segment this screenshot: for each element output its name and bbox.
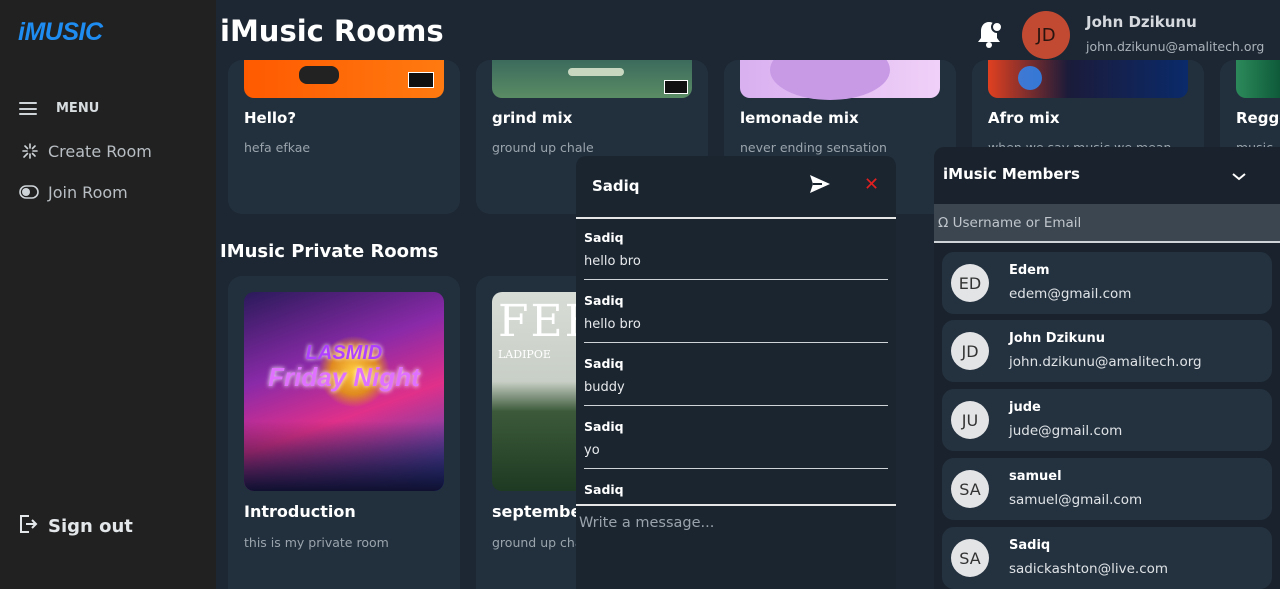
sign-out-button[interactable]: Sign out (18, 513, 133, 540)
cover-text: LADIPOE (498, 348, 551, 361)
chat-message: Sadiq yo (584, 419, 888, 469)
sidebar: iMUSIC MENU Create Room Join Room Sign o… (0, 0, 216, 589)
sign-out-icon (18, 513, 38, 540)
message-author: Sadiq (584, 482, 624, 497)
chat-message: Sadiq hello bro (584, 230, 888, 280)
member-item[interactable]: ED Edem edem@gmail.com (942, 252, 1272, 314)
room-card[interactable]: Hello? hefa efkae (228, 60, 460, 214)
member-search-input[interactable] (934, 204, 1280, 243)
member-item[interactable]: SA Sadiq sadickashton@live.com (942, 527, 1272, 589)
member-name: Edem (1009, 263, 1050, 278)
page-title: iMusic Rooms (220, 14, 444, 48)
message-text: hello bro (584, 254, 641, 269)
sidebar-item-create-room[interactable]: Create Room (19, 141, 152, 161)
member-email: john.dzikunu@amalitech.org (1009, 354, 1202, 370)
chat-message: Sadiq (584, 482, 888, 504)
private-rooms-title: IMusic Private Rooms (220, 241, 439, 262)
hamburger-icon (19, 102, 37, 115)
room-cover (1236, 60, 1280, 98)
room-name: Hello? (244, 109, 297, 127)
message-text: hello bro (584, 317, 641, 332)
member-name: jude (1009, 400, 1041, 415)
message-author: Sadiq (584, 293, 624, 308)
member-item[interactable]: SA samuel samuel@gmail.com (942, 458, 1272, 520)
toggle-icon (19, 182, 39, 202)
member-email: edem@gmail.com (1009, 286, 1132, 302)
chat-message: Sadiq buddy (584, 356, 888, 406)
sparkle-icon (19, 141, 39, 161)
member-email: sadickashton@live.com (1009, 561, 1169, 577)
user-name: John Dzikunu (1086, 13, 1197, 31)
room-name: Afro mix (988, 109, 1060, 127)
room-desc: hefa efkae (244, 140, 311, 155)
chevron-down-icon[interactable] (1232, 167, 1246, 186)
cover-text: Friday Night (268, 362, 420, 392)
sidebar-item-label: Create Room (48, 141, 152, 161)
members-panel: iMusic Members ED Edem edem@gmail.com JD… (934, 147, 1280, 589)
room-card[interactable]: LASMID Friday Night Introduction this is… (228, 276, 460, 589)
room-cover (988, 60, 1188, 98)
message-input[interactable] (579, 512, 889, 534)
room-name: september (492, 502, 590, 521)
room-name: grind mix (492, 109, 573, 127)
menu-toggle[interactable]: MENU (19, 101, 99, 116)
room-name: Introduction (244, 502, 356, 521)
member-name: John Dzikunu (1009, 331, 1106, 346)
message-author: Sadiq (584, 230, 624, 245)
user-avatar[interactable]: JD (1022, 11, 1070, 59)
avatar: ED (951, 264, 989, 302)
chat-title: Sadiq (592, 177, 640, 195)
chat-panel: Sadiq ✕ Sadiq hello bro Sadiq hello bro … (576, 156, 896, 589)
message-text: buddy (584, 380, 625, 395)
room-cover (740, 60, 940, 100)
imusic-logo[interactable]: iMUSIC (18, 18, 103, 47)
members-title: iMusic Members (943, 165, 1080, 183)
avatar: JU (951, 401, 989, 439)
sign-out-label: Sign out (48, 516, 133, 537)
member-email: samuel@gmail.com (1009, 492, 1143, 508)
member-item[interactable]: JD John Dzikunu john.dzikunu@amalitech.o… (942, 320, 1272, 382)
room-cover: LASMID Friday Night (244, 292, 444, 491)
member-email: jude@gmail.com (1009, 423, 1123, 439)
sidebar-item-label: Join Room (48, 182, 128, 202)
close-icon[interactable]: ✕ (864, 174, 879, 195)
room-name: Regge (1236, 109, 1280, 127)
message-author: Sadiq (584, 356, 624, 371)
user-email: john.dzikunu@amalitech.org (1086, 39, 1265, 54)
room-desc: never ending sensation (740, 140, 887, 155)
room-cover (244, 60, 444, 98)
menu-label: MENU (56, 101, 100, 116)
member-name: samuel (1009, 469, 1062, 484)
avatar: JD (951, 332, 989, 370)
room-cover (492, 60, 692, 98)
avatar: SA (951, 470, 989, 508)
message-composer (576, 504, 896, 589)
message-author: Sadiq (584, 419, 624, 434)
avatar: SA (951, 539, 989, 577)
chat-header: Sadiq ✕ (576, 156, 896, 219)
chat-message: Sadiq hello bro (584, 293, 888, 343)
room-desc: this is my private room (244, 535, 389, 550)
notification-bell-icon[interactable] (975, 19, 1003, 53)
sidebar-item-join-room[interactable]: Join Room (19, 182, 128, 202)
room-desc: ground up chale (492, 140, 594, 155)
room-name: lemonade mix (740, 109, 859, 127)
member-name: Sadiq (1009, 538, 1051, 553)
send-icon[interactable] (808, 173, 832, 199)
message-text: yo (584, 443, 600, 458)
member-item[interactable]: JU jude jude@gmail.com (942, 389, 1272, 451)
